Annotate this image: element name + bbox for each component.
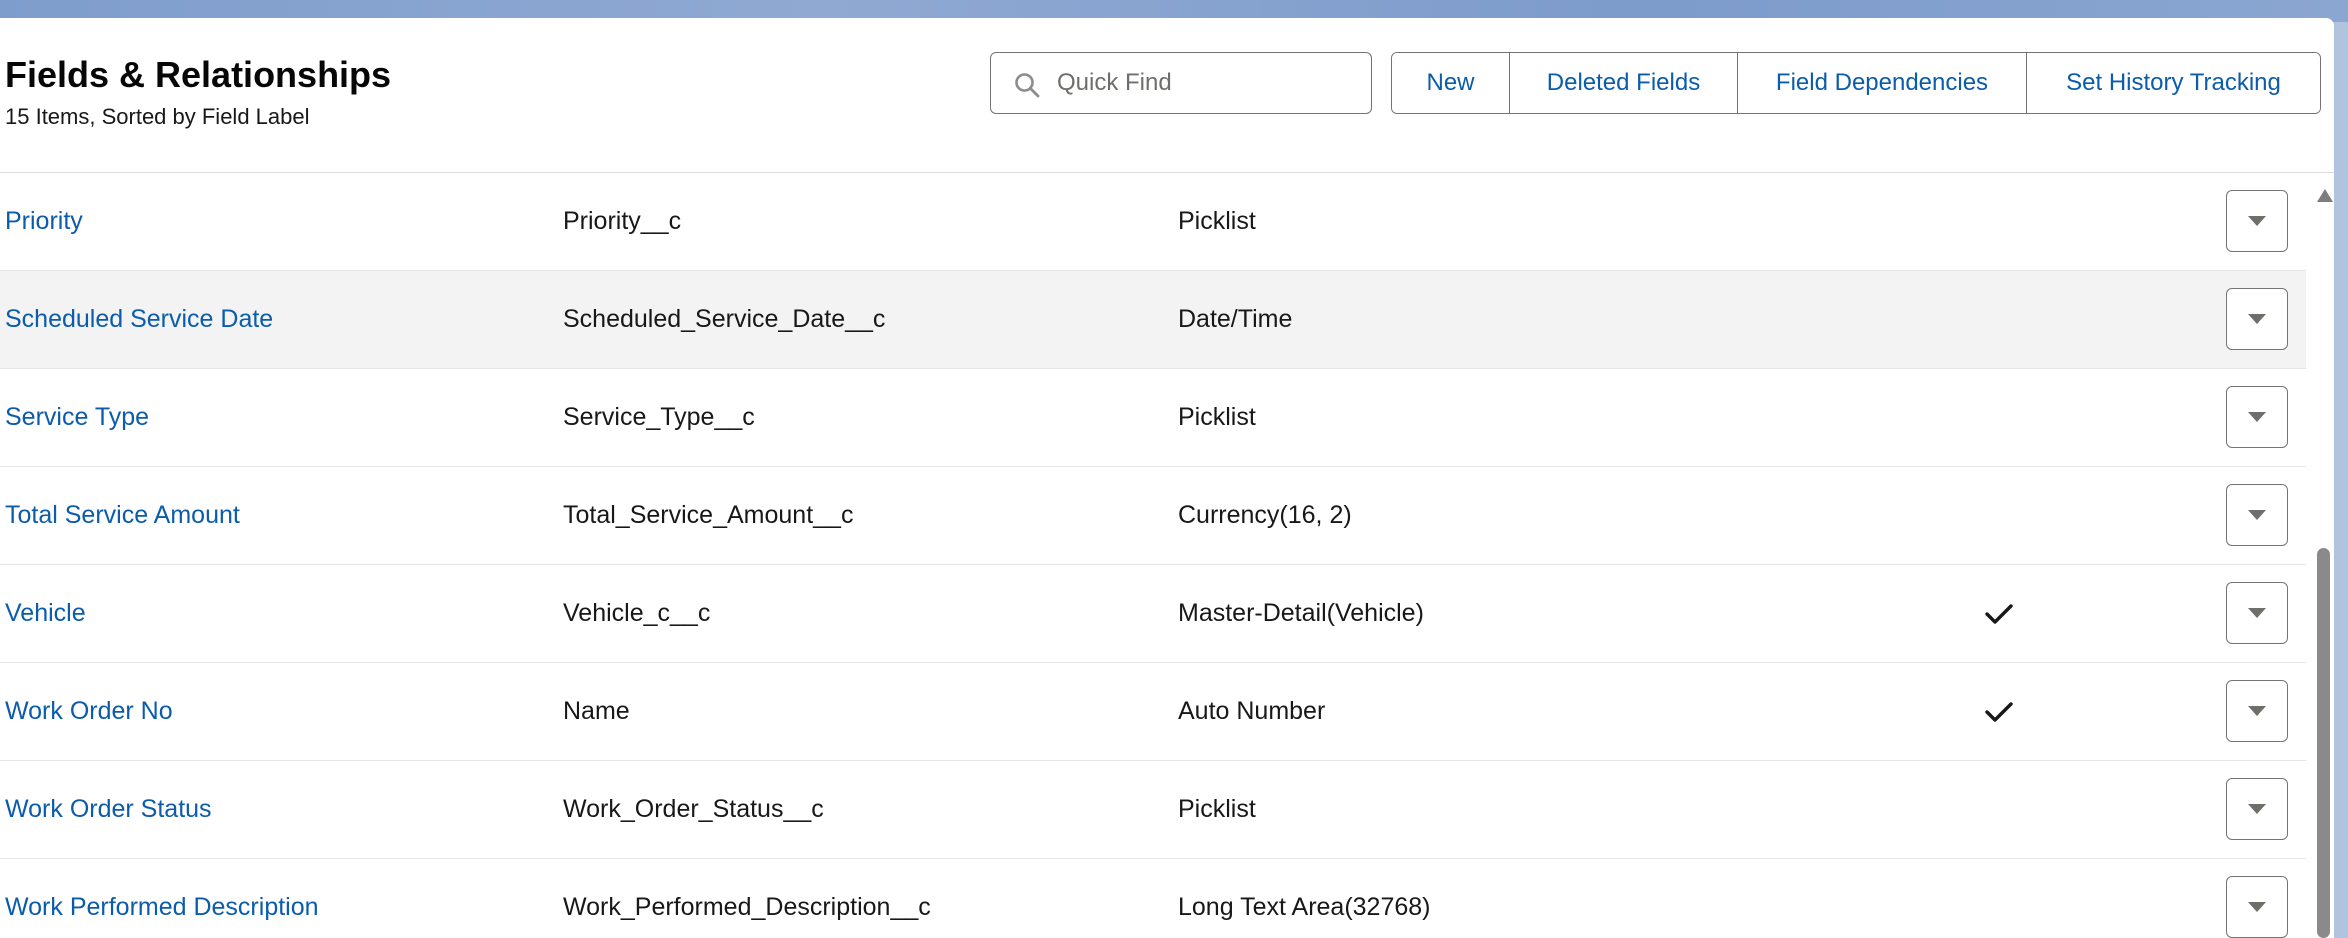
indexed-cell	[1983, 565, 2015, 662]
search-icon	[1015, 73, 1040, 98]
fields-table: Priority Priority__c Picklist Scheduled …	[0, 173, 2306, 938]
item-count: 15 Items, Sorted by Field Label	[5, 104, 310, 129]
list-header: Fields & Relationships 15 Items, Sorted …	[0, 18, 2334, 173]
field-dependencies-button[interactable]: Field Dependencies	[1738, 53, 2027, 113]
table-row: Service Type Service_Type__c Picklist	[0, 369, 2306, 467]
field-data-type: Currency(16, 2)	[1178, 501, 1352, 529]
row-actions-button[interactable]	[2226, 778, 2288, 840]
row-actions-button[interactable]	[2226, 484, 2288, 546]
chevron-down-icon	[2248, 607, 2266, 618]
field-api-name: Vehicle_c__c	[563, 599, 711, 627]
scroll-up-arrow-icon[interactable]	[2317, 189, 2333, 202]
field-api-name: Scheduled_Service_Date__c	[563, 305, 886, 333]
field-api-name: Total_Service_Amount__c	[563, 501, 854, 529]
row-actions-button[interactable]	[2226, 288, 2288, 350]
scrollbar-thumb[interactable]	[2317, 548, 2330, 938]
field-data-type: Picklist	[1178, 403, 1256, 431]
table-row: Work Order No Name Auto Number	[0, 663, 2306, 761]
chevron-down-icon	[2248, 509, 2266, 520]
table-row: Work Order Status Work_Order_Status__c P…	[0, 761, 2306, 859]
field-api-name: Work_Performed_Description__c	[563, 893, 931, 921]
row-actions-button[interactable]	[2226, 190, 2288, 252]
row-actions-button[interactable]	[2226, 876, 2288, 938]
row-actions-button[interactable]	[2226, 680, 2288, 742]
field-api-name: Service_Type__c	[563, 403, 755, 431]
quick-find-input[interactable]	[1057, 63, 1357, 103]
chevron-down-icon	[2248, 705, 2266, 716]
table-row: Vehicle Vehicle_c__c Master-Detail(Vehic…	[0, 565, 2306, 663]
field-label-link[interactable]: Work Performed Description	[5, 859, 319, 938]
field-data-type: Picklist	[1178, 795, 1256, 823]
row-actions-button[interactable]	[2226, 386, 2288, 448]
chevron-down-icon	[2248, 215, 2266, 226]
field-label-link[interactable]: Work Order No	[5, 663, 173, 760]
vertical-scrollbar[interactable]	[2312, 173, 2334, 938]
page-title: Fields & Relationships	[5, 54, 392, 95]
field-api-name: Priority__c	[563, 207, 682, 235]
field-label-link[interactable]: Total Service Amount	[5, 467, 240, 564]
table-row: Scheduled Service Date Scheduled_Service…	[0, 271, 2306, 369]
new-button[interactable]: New	[1392, 53, 1510, 113]
field-data-type: Auto Number	[1178, 697, 1326, 725]
row-actions-button[interactable]	[2226, 582, 2288, 644]
field-api-name: Work_Order_Status__c	[563, 795, 824, 823]
set-history-tracking-button[interactable]: Set History Tracking	[2027, 53, 2320, 113]
quick-find-search[interactable]	[990, 52, 1372, 114]
table-row: Total Service Amount Total_Service_Amoun…	[0, 467, 2306, 565]
chevron-down-icon	[2248, 313, 2266, 324]
chevron-down-icon	[2248, 901, 2266, 912]
table-row: Priority Priority__c Picklist	[0, 173, 2306, 271]
indexed-cell	[1983, 663, 2015, 760]
field-label-link[interactable]: Service Type	[5, 369, 149, 466]
field-label-link[interactable]: Work Order Status	[5, 761, 212, 858]
check-icon	[1985, 603, 2013, 624]
chevron-down-icon	[2248, 803, 2266, 814]
check-icon	[1985, 701, 2013, 722]
field-data-type: Picklist	[1178, 207, 1256, 235]
chevron-down-icon	[2248, 411, 2266, 422]
header-button-group: New Deleted Fields Field Dependencies Se…	[1391, 52, 2321, 114]
table-row: Work Performed Description Work_Performe…	[0, 859, 2306, 938]
field-label-link[interactable]: Vehicle	[5, 565, 86, 662]
field-data-type: Master-Detail(Vehicle)	[1178, 599, 1424, 627]
field-data-type: Date/Time	[1178, 305, 1293, 333]
fields-relationships-card: Fields & Relationships 15 Items, Sorted …	[0, 18, 2334, 938]
deleted-fields-button[interactable]: Deleted Fields	[1510, 53, 1738, 113]
field-label-link[interactable]: Scheduled Service Date	[5, 271, 273, 368]
field-data-type: Long Text Area(32768)	[1178, 893, 1431, 921]
field-api-name: Name	[563, 697, 630, 725]
field-label-link[interactable]: Priority	[5, 173, 83, 270]
